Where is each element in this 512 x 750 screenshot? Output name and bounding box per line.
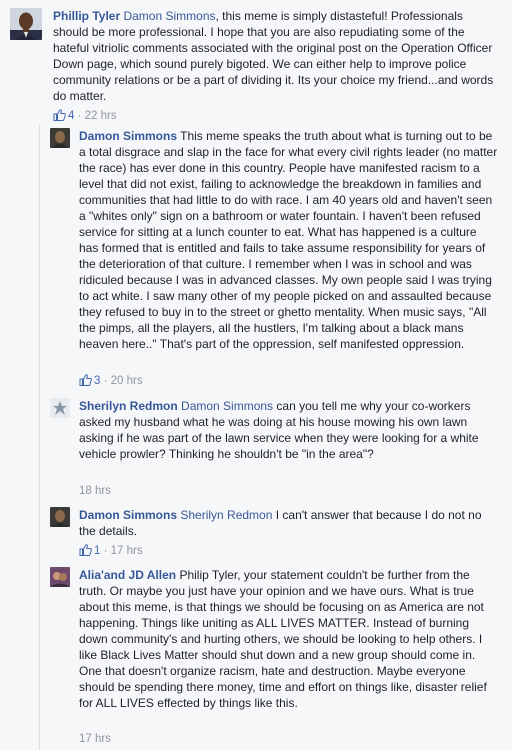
comment-meta: 18 hrs <box>79 484 111 498</box>
avatar[interactable] <box>50 507 70 527</box>
timestamp[interactable]: 20 hrs <box>111 375 143 387</box>
comment-author[interactable]: Sherilyn Redmon <box>79 399 178 413</box>
comment-meta: 17 hrs <box>79 732 111 746</box>
comment-mention[interactable]: Damon Simmons <box>181 399 273 413</box>
comment-text: , this meme is simply distasteful! Profe… <box>53 9 494 103</box>
comment-sherilyn-redmon: Sherilyn Redmon Damon Simmons can you te… <box>50 398 510 498</box>
comment-author[interactable]: Damon Simmons <box>79 129 177 143</box>
avatar[interactable] <box>50 128 70 148</box>
comment-body: Sherilyn Redmon Damon Simmons can you te… <box>79 398 499 462</box>
comment-body: Damon Simmons This meme speaks the truth… <box>79 128 499 352</box>
timestamp[interactable]: 22 hrs <box>85 110 117 122</box>
comment-alia-jd-allen: Alia'and JD Allen Philip Tyler, your sta… <box>50 567 510 747</box>
timestamp[interactable]: 18 hrs <box>79 485 111 497</box>
meta-separator: · <box>100 545 111 557</box>
comment-body: Phillip Tyler Damon Simmons, this meme i… <box>53 8 498 104</box>
comment-meta: 1 · 17 hrs <box>79 544 143 560</box>
reply-thread-line <box>39 125 40 750</box>
comment-damon-simmons-2: Damon Simmons Sherilyn Redmon I can't an… <box>50 507 510 561</box>
comment-meta: 4 · 22 hrs <box>53 109 117 125</box>
avatar[interactable] <box>50 567 70 587</box>
comment-author[interactable]: Damon Simmons <box>79 508 177 522</box>
meta-separator: · <box>74 110 85 122</box>
comment-author[interactable]: Alia'and JD Allen <box>79 568 176 582</box>
comment-text: This meme speaks the truth about what is… <box>79 129 498 351</box>
like-icon[interactable] <box>53 109 66 125</box>
timestamp[interactable]: 17 hrs <box>111 545 143 557</box>
avatar[interactable] <box>10 8 42 40</box>
comment-meta: 3 · 20 hrs <box>79 374 143 390</box>
meta-separator: · <box>100 375 111 387</box>
comment-mention[interactable]: Damon Simmons <box>123 9 215 23</box>
comment-text: Philip Tyler, your statement couldn't be… <box>79 568 487 710</box>
like-icon[interactable] <box>79 544 92 560</box>
comment-mention[interactable]: Sherilyn Redmon <box>180 508 272 522</box>
timestamp[interactable]: 17 hrs <box>79 733 111 745</box>
comment-body: Alia'and JD Allen Philip Tyler, your sta… <box>79 567 499 711</box>
comment-damon-simmons: Damon Simmons This meme speaks the truth… <box>50 128 510 390</box>
comment-body: Damon Simmons Sherilyn Redmon I can't an… <box>79 507 499 539</box>
comment-author[interactable]: Phillip Tyler <box>53 9 120 23</box>
comment-phillip-tyler: Phillip Tyler Damon Simmons, this meme i… <box>10 8 510 126</box>
like-icon[interactable] <box>79 374 92 390</box>
avatar[interactable] <box>50 398 70 418</box>
